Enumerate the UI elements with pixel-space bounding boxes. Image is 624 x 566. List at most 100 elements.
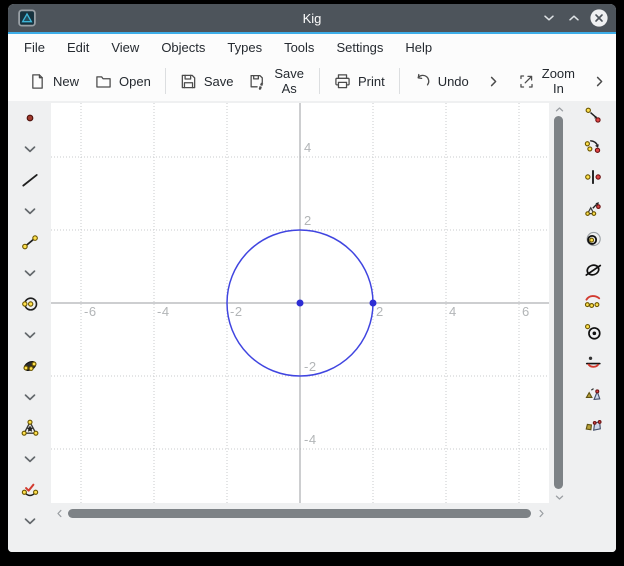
menu-view[interactable]: View [100,34,150,61]
objects-toolbar [8,105,51,533]
undo-history-dropdown[interactable] [477,67,510,96]
undo-icon [414,73,431,90]
menu-file[interactable]: File [13,34,56,61]
scale-tool-button[interactable] [581,195,606,220]
polygon-tool-button[interactable] [17,415,42,440]
circle-group-expander[interactable] [17,322,42,347]
test-group-expander[interactable] [17,508,42,533]
menu-edit[interactable]: Edit [56,34,100,61]
y-tick-label: 2 [304,213,312,228]
geometry-canvas[interactable]: -6-4-224642-2-4 [51,103,549,503]
menu-types[interactable]: Types [216,34,273,61]
vertical-scrollbar-thumb[interactable] [554,116,563,489]
menu-objects[interactable]: Objects [150,34,216,61]
similitude-tool-button[interactable] [581,381,606,406]
point-object[interactable] [370,300,377,307]
minimize-button[interactable] [539,8,559,28]
print-button[interactable]: Print [326,67,393,96]
conic-icon [21,357,39,375]
conic-tool-button[interactable] [17,353,42,378]
chevron-left-icon [54,508,65,519]
chevron-down-icon [21,388,39,406]
chevron-right-icon [485,73,502,90]
menu-help[interactable]: Help [394,34,443,61]
scroll-right-button[interactable] [535,506,547,521]
point-group-expander[interactable] [17,136,42,161]
point-reflection-icon [584,168,602,186]
segment-tool-button[interactable] [17,229,42,254]
toolbar-button-label: Open [119,74,151,89]
translate-icon [584,106,602,124]
chevron-down-icon [21,202,39,220]
segment-icon [21,233,39,251]
scroll-down-button[interactable] [552,491,566,503]
chevron-up-icon [566,10,582,26]
circle-icon [21,295,39,313]
harmonic-homology-tool-button[interactable] [581,257,606,282]
rotate-tool-button[interactable] [581,133,606,158]
kig-app-icon [18,9,36,27]
test-icon [21,481,39,499]
menu-settings[interactable]: Settings [325,34,394,61]
titlebar[interactable]: Kig [8,4,616,34]
scroll-left-button[interactable] [53,506,65,521]
window-controls [539,4,609,32]
menu-tools[interactable]: Tools [273,34,325,61]
undo-button[interactable]: Undo [406,67,477,96]
save-icon [180,73,197,90]
line-inversion-tool-button[interactable] [581,350,606,375]
zoom-in-button[interactable]: Zoom In [510,60,583,102]
line-group-expander[interactable] [17,198,42,223]
x-tick-label: -6 [84,304,97,319]
toolbar-button-label: Zoom In [542,66,575,96]
toolbar-button-label: Undo [438,74,469,89]
similitude-icon [584,385,602,403]
circle-inversion-tool-button[interactable] [581,319,606,344]
arc-inversion-tool-button[interactable] [581,288,606,313]
inversion-icon [584,230,602,248]
transformations-toolbar [573,102,613,437]
save-as-button[interactable]: Save As [241,60,312,102]
maximize-button[interactable] [564,8,584,28]
vertical-scrollbar[interactable] [552,103,566,503]
circle-tool-button[interactable] [17,291,42,316]
save-button[interactable]: Save [172,67,242,96]
projectivity-tool-button[interactable] [581,412,606,437]
new-button[interactable]: New [21,67,87,96]
scale-icon [584,199,602,217]
close-button[interactable] [589,8,609,28]
toolbar-button-label: Save [204,74,234,89]
toolbar-button-label: New [53,74,79,89]
conic-group-expander[interactable] [17,384,42,409]
toolbar-separator [399,68,400,94]
open-button[interactable]: Open [87,67,159,96]
scroll-up-button[interactable] [552,103,566,115]
toolbar-overflow-button[interactable] [583,67,616,96]
point-tool-button[interactable] [17,105,42,130]
y-tick-label: -2 [304,359,317,374]
x-tick-label: -2 [230,304,243,319]
point-object[interactable] [297,300,304,307]
open-folder-icon [95,73,112,90]
toolbar-button-label: Save As [273,66,304,96]
new-document-icon [29,73,46,90]
line-tool-button[interactable] [17,167,42,192]
arc-inversion-icon [584,292,602,310]
horizontal-scrollbar[interactable] [51,505,549,523]
line-inversion-icon [584,354,602,372]
y-tick-label: 4 [304,140,312,155]
menubar: FileEditViewObjectsTypesToolsSettingsHel… [8,34,616,61]
y-tick-label: -4 [304,432,317,447]
segment-group-expander[interactable] [17,260,42,285]
polygon-group-expander[interactable] [17,446,42,471]
inversion-tool-button[interactable] [581,226,606,251]
point-reflection-tool-button[interactable] [581,164,606,189]
horizontal-scrollbar-thumb[interactable] [68,509,531,518]
translate-tool-button[interactable] [581,102,606,127]
chevron-up-icon [554,104,565,115]
chevron-right-icon [591,73,608,90]
line-icon [21,171,39,189]
x-tick-label: 4 [449,304,457,319]
test-tool-button[interactable] [17,477,42,502]
chevron-down-icon [21,512,39,530]
